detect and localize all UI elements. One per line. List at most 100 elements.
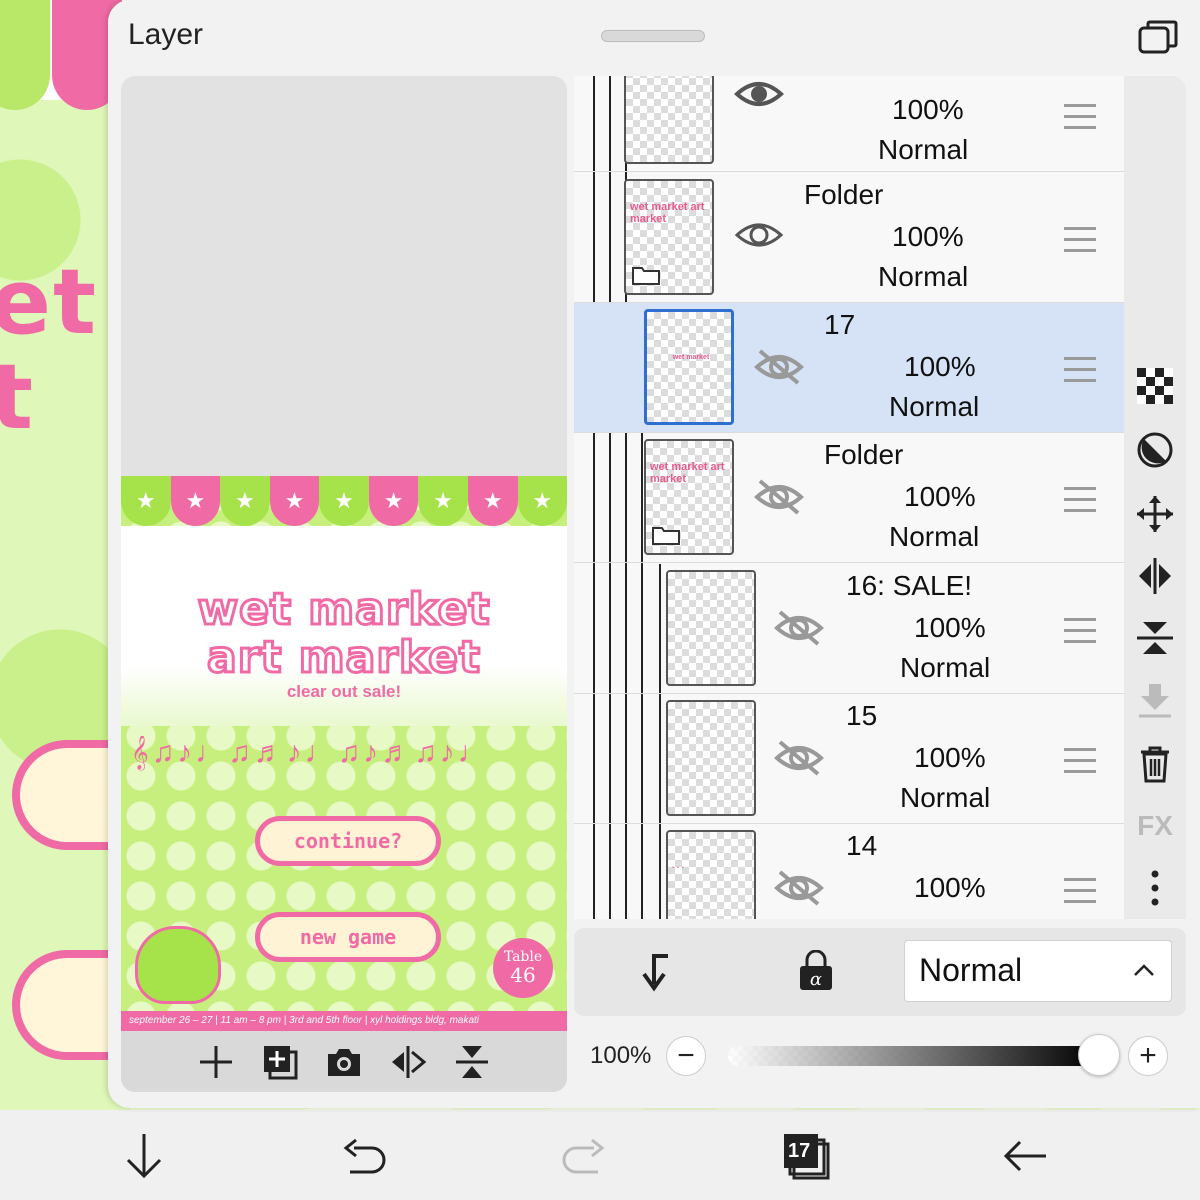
visibility-eye-icon[interactable]: [734, 76, 784, 114]
visibility-hidden-icon[interactable]: [774, 738, 824, 778]
layer-thumbnail: [666, 570, 756, 686]
more-options-icon[interactable]: [1135, 868, 1175, 908]
layer-list[interactable]: wet market 100% Normal wet market art ma…: [574, 76, 1124, 919]
checker-transparency-icon[interactable]: [1135, 366, 1175, 406]
opacity-slider[interactable]: [728, 1046, 1098, 1066]
awning-star-icon: ★: [319, 476, 369, 526]
clipping-arrow-icon[interactable]: [636, 950, 676, 992]
layer-opacity: 100%: [914, 872, 986, 903]
layer-blend-mode: Normal: [900, 652, 991, 683]
back-arrow-icon[interactable]: [1000, 1130, 1048, 1182]
flip-horizontal-icon[interactable]: [1135, 556, 1175, 596]
layer-blend-mode: Normal: [889, 521, 980, 552]
drag-handle-icon[interactable]: [1064, 487, 1096, 513]
layer-row-folder[interactable]: wet market art market Folder 100% Normal: [574, 433, 1124, 563]
awning-star-icon: ★: [121, 476, 171, 526]
table-badge: Table 46: [493, 938, 553, 998]
layer-count: 17: [788, 1140, 811, 1162]
mascot-image: [135, 926, 221, 1004]
layer-name: 17: [824, 309, 856, 340]
awning-tab: [0, 0, 50, 110]
layer-row[interactable]: 16: SALE! 100% Normal: [574, 564, 1124, 694]
layer-name: Folder: [824, 439, 904, 470]
layers-button[interactable]: 17: [784, 1134, 830, 1180]
add-layer-icon[interactable]: [196, 1042, 236, 1082]
art-footer-text: september 26 – 27 | 11 am – 8 pm | 3rd a…: [121, 1011, 567, 1031]
drag-handle-icon[interactable]: [1064, 104, 1096, 130]
layer-row[interactable]: 15 100% Normal: [574, 694, 1124, 824]
layer-name: 14: [846, 830, 878, 861]
layer-row[interactable]: wet market 100% Normal: [574, 76, 1124, 172]
layer-opacity: 100%: [904, 481, 976, 512]
panel-title: Layer: [128, 18, 204, 51]
layer-blend-mode: Normal: [878, 261, 969, 292]
thumbnail-art: wet market art market: [650, 461, 725, 485]
opacity-plus-button[interactable]: +: [1128, 1036, 1168, 1076]
layer-name: Folder: [804, 179, 884, 210]
blend-mode-value: Normal: [919, 952, 1023, 988]
drag-handle-icon[interactable]: [1064, 618, 1096, 644]
bg-word-t: t: [0, 345, 36, 450]
opacity-minus-button[interactable]: −: [666, 1036, 706, 1076]
awning-star-icon: ★: [517, 476, 567, 526]
layer-opacity: 100%: [914, 612, 986, 643]
drag-handle-icon[interactable]: [1064, 227, 1096, 253]
opacity-value: 100%: [590, 1042, 652, 1069]
drag-handle-icon[interactable]: [1064, 357, 1096, 383]
music-notes-icon: 𝄞♫♪♩♫♬♪♩♫♪♬♫♪♩: [131, 736, 491, 769]
flip-vertical-icon[interactable]: [452, 1042, 492, 1082]
layer-row[interactable]: · · · 14 100%: [574, 824, 1124, 919]
window-toggle-icon[interactable]: [1138, 20, 1178, 54]
preview-toolbar: [121, 1031, 567, 1092]
duplicate-layer-icon[interactable]: [260, 1042, 300, 1082]
preview-empty-area: [121, 76, 567, 476]
flip-vertical-icon[interactable]: [1135, 618, 1175, 658]
awning-star-icon: ★: [269, 476, 320, 526]
fx-button[interactable]: FX: [1135, 806, 1175, 846]
folder-icon: [652, 527, 680, 545]
panel-drag-handle[interactable]: [601, 30, 705, 42]
layer-row-selected[interactable]: wet market 17 100% Normal: [574, 303, 1124, 433]
awning-star-icon: ★: [170, 476, 221, 526]
alpha-lock-icon[interactable]: α: [798, 950, 834, 992]
camera-icon[interactable]: [324, 1042, 364, 1082]
trash-icon[interactable]: [1135, 744, 1175, 784]
layer-blend-mode: Normal: [900, 782, 991, 813]
visibility-hidden-icon[interactable]: [774, 608, 824, 648]
layer-name: 16: SALE!: [846, 570, 973, 601]
art-title-line1: wet market: [196, 583, 491, 637]
undo-icon[interactable]: [340, 1130, 388, 1182]
thumbnail-art: wet market: [672, 354, 710, 361]
table-number: 46: [510, 963, 536, 987]
arrow-down-icon[interactable]: [120, 1130, 168, 1182]
flip-horizontal-icon[interactable]: [388, 1042, 428, 1082]
redo-icon: [562, 1138, 605, 1174]
drag-handle-icon[interactable]: [1064, 748, 1096, 774]
move-icon[interactable]: [1135, 494, 1175, 534]
opacity-slider-knob[interactable]: [1078, 1034, 1120, 1076]
merge-down-icon: [1139, 684, 1171, 718]
layer-row-folder[interactable]: wet market art market Folder 100% Normal: [574, 173, 1124, 303]
clipping-icon[interactable]: [1135, 430, 1175, 470]
awning: ★ ★ ★ ★ ★ ★ ★ ★ ★: [121, 476, 567, 526]
layer-opacity: 100%: [904, 351, 976, 382]
visibility-hidden-icon[interactable]: [754, 477, 804, 517]
drag-handle-icon[interactable]: [1064, 878, 1096, 904]
app-screen: { "panel": {"title": "Layer"}, "layers":…: [0, 0, 1200, 1200]
layer-opacity: 100%: [892, 221, 964, 252]
layer-thumbnail: wet market: [644, 309, 734, 425]
preview-artwork: ★ ★ ★ ★ ★ ★ ★ ★ ★ wet market art market …: [121, 476, 567, 1031]
bg-word-et: et: [0, 250, 99, 355]
art-continue-button: continue?: [255, 816, 441, 866]
visibility-hidden-icon[interactable]: [754, 347, 804, 387]
layer-thumbnail: · · ·: [666, 830, 756, 919]
visibility-eye-icon[interactable]: [734, 215, 784, 255]
awning-star-icon: ★: [418, 476, 468, 526]
layer-blend-mode: Normal: [878, 134, 969, 165]
visibility-hidden-icon[interactable]: [774, 868, 824, 908]
art-new-game-button: new game: [255, 912, 441, 962]
thumbnail-art: · · ·: [672, 863, 685, 872]
canvas-preview[interactable]: ★ ★ ★ ★ ★ ★ ★ ★ ★ wet market art market …: [121, 76, 567, 1092]
layer-thumbnail: [666, 700, 756, 816]
layer-blend-mode: Normal: [889, 391, 980, 422]
